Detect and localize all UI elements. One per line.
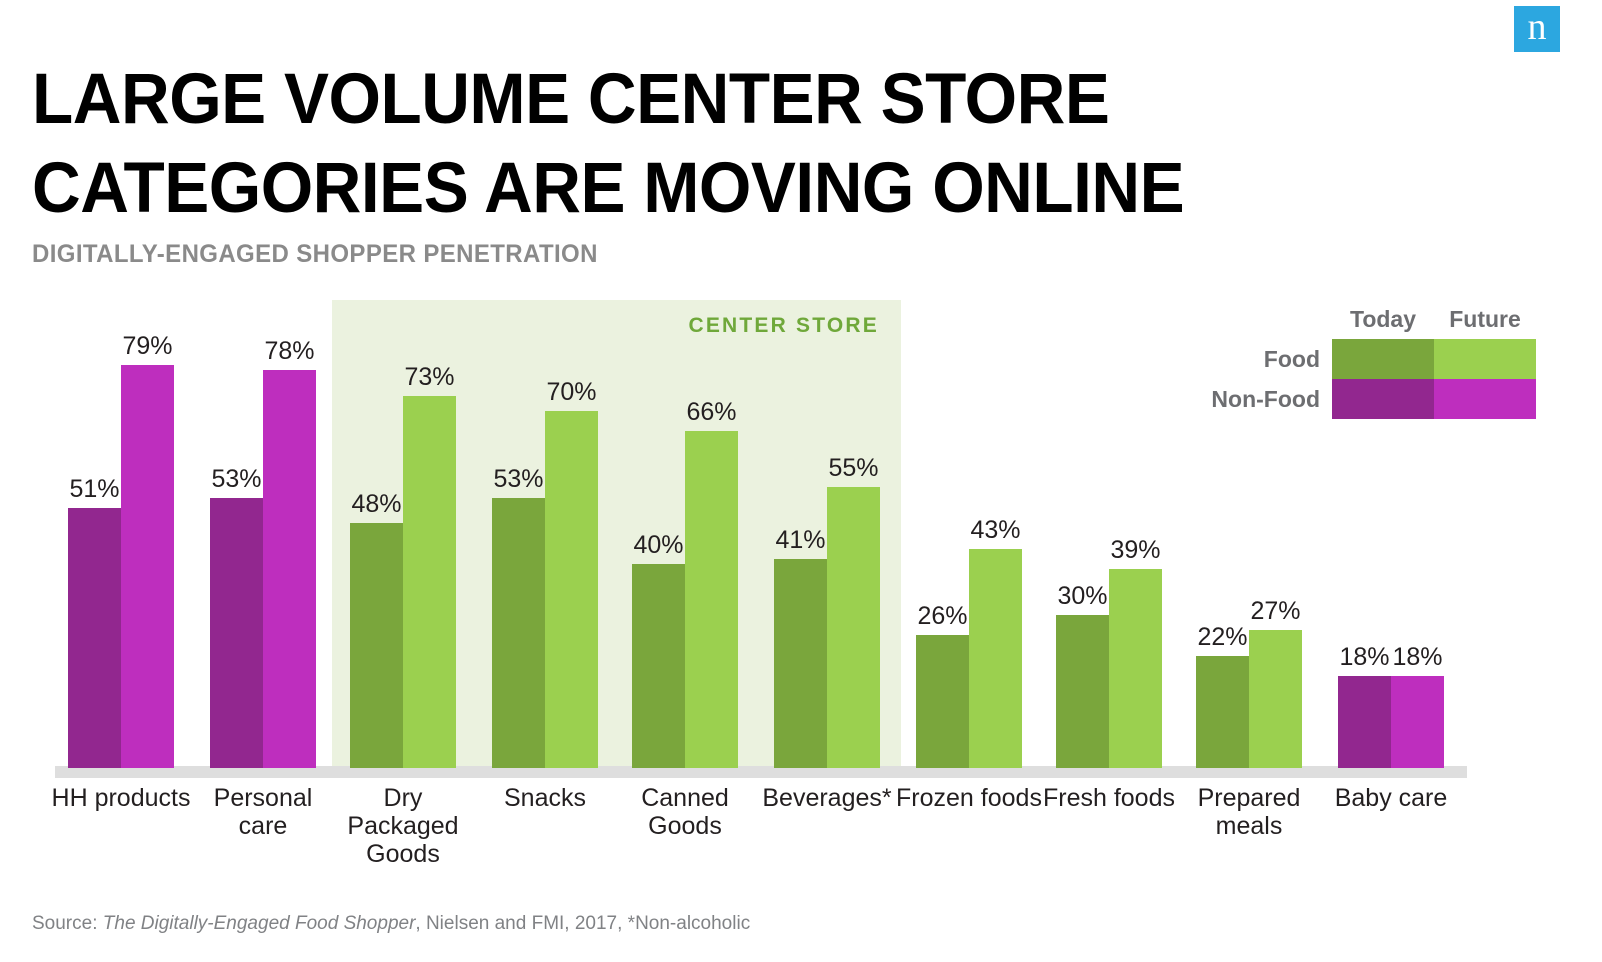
category-label: Snacks	[504, 784, 586, 812]
category-label: Fresh foods	[1042, 784, 1175, 812]
bar-future: 78%	[263, 337, 316, 768]
legend-header-future: Future	[1449, 306, 1521, 332]
bar-today: 48%	[350, 490, 403, 768]
bar-fill	[774, 559, 827, 768]
bar-future: 39%	[1109, 536, 1162, 768]
bar-today: 40%	[632, 531, 685, 768]
bar-fill	[545, 411, 598, 768]
legend-rows: Food Non-Food	[1196, 339, 1536, 419]
bar-value-label: 41%	[775, 526, 826, 554]
bar-today: 53%	[210, 465, 263, 768]
source-note: Source: The Digitally-Engaged Food Shopp…	[32, 913, 750, 935]
bar-fill	[1249, 630, 1302, 768]
bar-value-label: 40%	[633, 531, 684, 559]
bar-today: 30%	[1056, 582, 1109, 768]
category-label: Frozen foods	[896, 784, 1042, 812]
bar-value-label: 26%	[917, 602, 968, 630]
category-label: Canned Goods	[641, 784, 729, 840]
category-label: Prepared meals	[1197, 784, 1301, 840]
bar-fill	[1109, 569, 1162, 768]
bar-future: 43%	[969, 516, 1022, 768]
bar-value-label: 53%	[211, 465, 262, 493]
bar-value-label: 55%	[828, 454, 879, 482]
bar-today: 18%	[1338, 643, 1391, 768]
bar-fill	[916, 635, 969, 768]
bar-fill	[685, 431, 738, 768]
bar-today: 51%	[68, 475, 121, 768]
bar-fill	[632, 564, 685, 768]
bar-today: 41%	[774, 526, 827, 768]
bar-value-label: 66%	[686, 398, 737, 426]
bar-value-label: 73%	[404, 363, 455, 391]
bar-future: 79%	[121, 332, 174, 768]
bar-group: 30% 39%	[1056, 298, 1162, 768]
legend-swatch-future	[1434, 339, 1536, 379]
bar-future: 66%	[685, 398, 738, 768]
bar-value-label: 27%	[1250, 597, 1301, 625]
bar-group: 40% 66%	[632, 298, 738, 768]
category-label: Dry Packaged Goods	[347, 784, 459, 868]
bar-fill	[403, 396, 456, 768]
legend-swatch-today	[1332, 379, 1434, 419]
bar-group: 41% 55%	[774, 298, 880, 768]
bar-today: 53%	[492, 465, 545, 768]
bar-fill	[1196, 656, 1249, 768]
bar-fill	[492, 498, 545, 768]
legend-swatch-future	[1434, 379, 1536, 419]
bar-value-label: 18%	[1392, 643, 1443, 671]
bar-group: 26% 43%	[916, 298, 1022, 768]
category-label: Personal care	[213, 784, 313, 840]
chart-legend: Today Future Food Non-Food	[1196, 306, 1536, 419]
bar-group: 53% 78%	[210, 298, 316, 768]
legend-row: Non-Food	[1196, 379, 1536, 419]
bar-future: 27%	[1249, 597, 1302, 768]
legend-swatch-today	[1332, 339, 1434, 379]
source-prefix: Source:	[32, 913, 103, 934]
category-label: Beverages*	[762, 784, 892, 812]
bar-value-label: 79%	[122, 332, 173, 360]
bar-fill	[1056, 615, 1109, 768]
bar-fill	[210, 498, 263, 768]
bar-future: 70%	[545, 378, 598, 768]
bar-value-label: 39%	[1110, 536, 1161, 564]
bar-value-label: 18%	[1339, 643, 1390, 671]
legend-header-today: Today	[1349, 306, 1417, 332]
bar-fill	[969, 549, 1022, 768]
bar-value-label: 53%	[493, 465, 544, 493]
bar-future: 73%	[403, 363, 456, 768]
legend-label-food: Food	[1263, 345, 1320, 372]
bar-fill	[68, 508, 121, 768]
bar-chart: CENTER STORE 51% 79% 53% 78% 48% 73% 53% 70% 40%…	[0, 0, 1602, 962]
bar-fill	[1338, 676, 1391, 768]
legend-label-non-food: Non-Food	[1211, 385, 1320, 412]
bar-today: 22%	[1196, 623, 1249, 768]
bar-value-label: 30%	[1057, 582, 1108, 610]
bar-group: 53% 70%	[492, 298, 598, 768]
legend-column-headers: Today Future	[1332, 306, 1536, 339]
bar-fill	[350, 523, 403, 768]
bar-future: 18%	[1391, 643, 1444, 768]
bar-value-label: 43%	[970, 516, 1021, 544]
bar-value-label: 22%	[1197, 623, 1248, 651]
bar-value-label: 48%	[351, 490, 402, 518]
bar-value-label: 70%	[546, 378, 597, 406]
bar-future: 55%	[827, 454, 880, 768]
bar-fill	[827, 487, 880, 768]
source-suffix: , Nielsen and FMI, 2017, *Non-alcoholic	[415, 913, 751, 934]
bar-group: 51% 79%	[68, 298, 174, 768]
source-title: The Digitally-Engaged Food Shopper	[102, 913, 416, 934]
bar-today: 26%	[916, 602, 969, 768]
legend-row: Food	[1196, 339, 1536, 379]
category-label: HH products	[51, 784, 191, 812]
category-label: Baby care	[1334, 784, 1448, 812]
bar-value-label: 51%	[69, 475, 120, 503]
bar-fill	[121, 365, 174, 768]
bar-fill	[263, 370, 316, 768]
bar-group: 48% 73%	[350, 298, 456, 768]
bar-value-label: 78%	[264, 337, 315, 365]
bar-fill	[1391, 676, 1444, 768]
